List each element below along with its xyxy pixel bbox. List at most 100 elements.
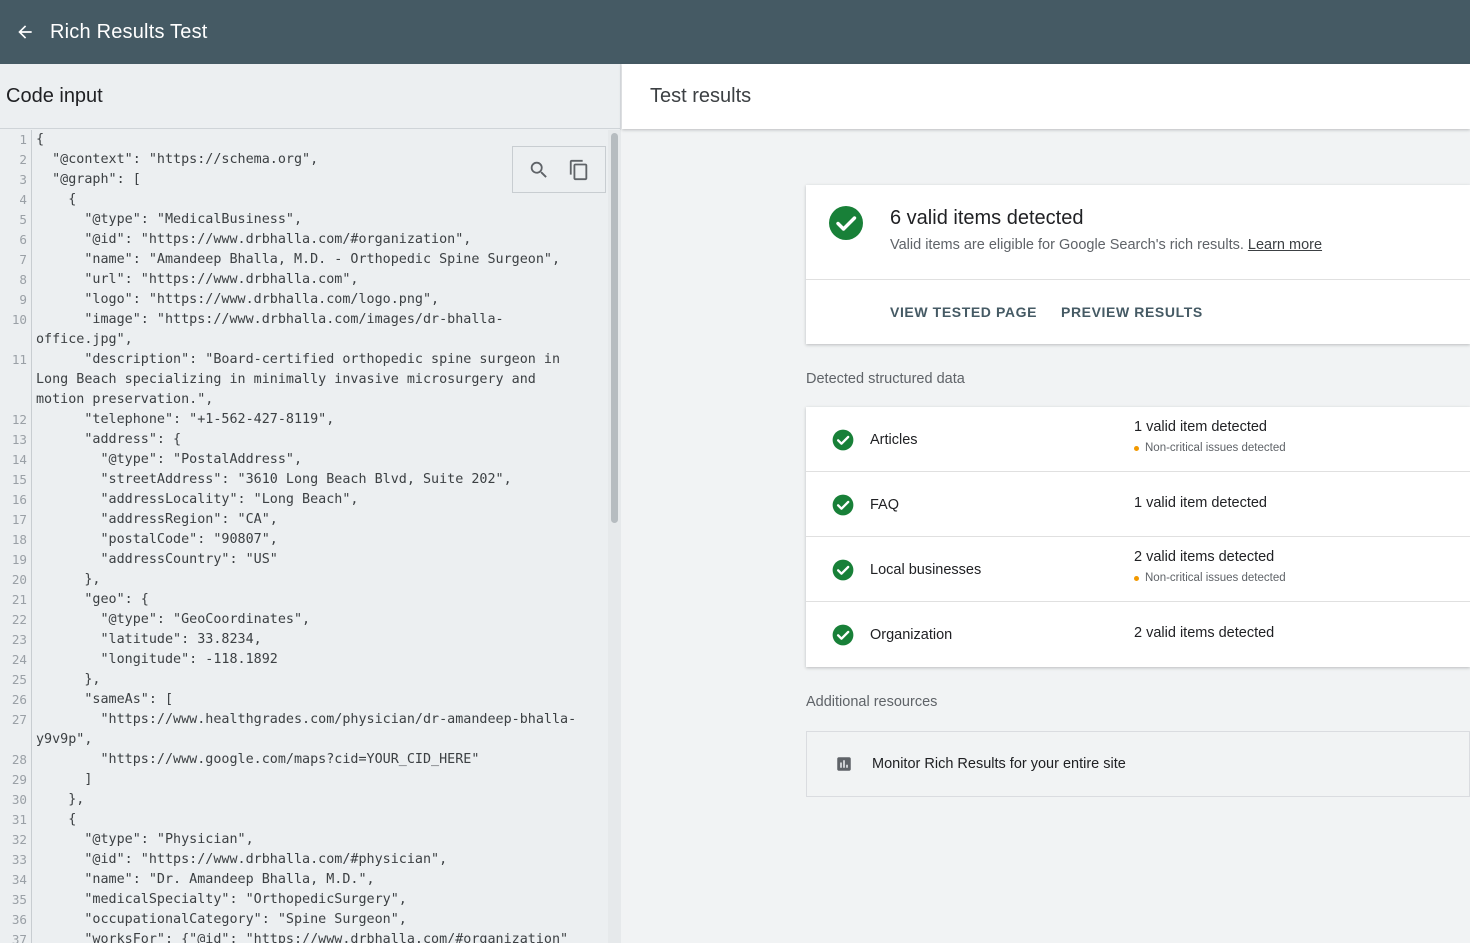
code-line: 11 "description": "Board-certified ortho… <box>0 350 608 370</box>
code-text: "https://www.healthgrades.com/physician/… <box>36 712 577 727</box>
code-line: 13 "address": { <box>0 430 608 450</box>
learn-more-link[interactable]: Learn more <box>1248 237 1322 253</box>
code-text: "@type": "MedicalBusiness", <box>36 212 303 227</box>
check-circle-icon <box>829 206 863 240</box>
code-text: { <box>36 192 77 207</box>
code-text: }, <box>36 672 101 687</box>
code-line: 20 }, <box>0 570 608 590</box>
line-number: 7 <box>0 250 32 270</box>
code-text: "telephone": "+1-562-427-8119", <box>36 412 335 427</box>
line-number: 10 <box>0 310 32 330</box>
back-button[interactable] <box>0 0 50 64</box>
line-number: 28 <box>0 750 32 770</box>
code-editor[interactable]: 1 {2 "@context": "https://schema.org", 3 "… <box>0 130 608 943</box>
line-number: 18 <box>0 530 32 550</box>
code-text: "description": "Board-certified orthoped… <box>36 352 561 367</box>
code-line: 4 { <box>0 190 608 210</box>
line-number: 24 <box>0 650 32 670</box>
test-results-panel: Test results 6 valid items detected Vali… <box>622 64 1470 943</box>
code-line: 25 }, <box>0 670 608 690</box>
view-tested-page-button[interactable]: VIEW TESTED PAGE <box>890 304 1037 320</box>
code-tools <box>512 146 606 193</box>
code-line: 33 "@id": "https://www.drbhalla.com/#phy… <box>0 850 608 870</box>
structured-data-type: Local businesses <box>870 561 982 578</box>
code-line: 36 "occupationalCategory": "Spine Surgeo… <box>0 910 608 930</box>
code-line: 17 "addressRegion": "CA", <box>0 510 608 530</box>
structured-data-row[interactable]: Local businesses 2 valid items detected No… <box>806 537 1470 602</box>
line-number: 25 <box>0 670 32 690</box>
top-app-bar: Rich Results Test <box>0 0 1470 64</box>
code-input-panel: Code input 1 {2 "@context": "https://sche… <box>0 64 621 943</box>
line-number: 14 <box>0 450 32 470</box>
line-number: 20 <box>0 570 32 590</box>
monitor-rich-results-link[interactable]: Monitor Rich Results for your entire sit… <box>806 731 1470 797</box>
code-text: "occupationalCategory": "Spine Surgeon", <box>36 912 407 927</box>
line-number: 34 <box>0 870 32 890</box>
code-text: "@context": "https://schema.org", <box>36 152 319 167</box>
code-text: "address": { <box>36 432 182 447</box>
code-line-wrap: Long Beach specializing in minimally inv… <box>0 370 608 390</box>
code-text: "name": "Dr. Amandeep Bhalla, M.D.", <box>36 872 375 887</box>
line-number: 22 <box>0 610 32 630</box>
scroll-thumb[interactable] <box>611 133 618 523</box>
line-number: 3 <box>0 170 32 190</box>
code-text: "addressCountry": "US" <box>36 552 278 567</box>
line-number: 23 <box>0 630 32 650</box>
code-text: { <box>36 132 45 147</box>
line-number: 5 <box>0 210 32 230</box>
code-text: "addressRegion": "CA", <box>36 512 278 527</box>
structured-data-status: 2 valid items detected <box>1134 625 1275 641</box>
summary-card: 6 valid items detected Valid items are e… <box>806 185 1470 344</box>
code-text: "sameAs": [ <box>36 692 174 707</box>
code-text: "https://www.google.com/maps?cid=YOUR_CI… <box>36 752 480 767</box>
code-line: 21 "geo": { <box>0 590 608 610</box>
check-circle-icon <box>832 624 854 651</box>
code-text: ] <box>36 772 93 787</box>
copy-code-button[interactable] <box>566 157 592 183</box>
code-text: "postalCode": "90807", <box>36 532 278 547</box>
preview-results-button[interactable]: PREVIEW RESULTS <box>1061 304 1203 320</box>
code-text: "image": "https://www.drbhalla.com/image… <box>36 312 504 327</box>
code-line: 30 }, <box>0 790 608 810</box>
line-number: 27 <box>0 710 32 730</box>
non-critical-issue-note: Non-critical issues detected <box>1134 442 1286 454</box>
code-line: 23 "latitude": 33.8234, <box>0 630 608 650</box>
code-text: "logo": "https://www.drbhalla.com/logo.p… <box>36 292 440 307</box>
line-number: 1 <box>0 130 32 150</box>
code-scrollbar[interactable] <box>608 130 621 943</box>
structured-data-list: Articles 1 valid item detected Non-critica… <box>806 407 1470 667</box>
code-line: 32 "@type": "Physician", <box>0 830 608 850</box>
structured-data-row[interactable]: Organization 2 valid items detected <box>806 602 1470 667</box>
structured-data-type: FAQ <box>870 496 900 513</box>
code-text: "@graph": [ <box>36 172 141 187</box>
code-line: 29 ] <box>0 770 608 790</box>
app-title: Rich Results Test <box>50 20 208 43</box>
line-number: 6 <box>0 230 32 250</box>
code-line: 31 { <box>0 810 608 830</box>
code-line: 34 "name": "Dr. Amandeep Bhalla, M.D.", <box>0 870 608 890</box>
search-code-button[interactable] <box>526 157 552 183</box>
summary-description: Valid items are eligible for Google Sear… <box>890 237 1322 253</box>
copy-icon <box>569 159 587 180</box>
code-line: 8 "url": "https://www.drbhalla.com", <box>0 270 608 290</box>
line-number: 26 <box>0 690 32 710</box>
code-text: "@type": "GeoCoordinates", <box>36 612 311 627</box>
structured-data-row[interactable]: Articles 1 valid item detected Non-critica… <box>806 407 1470 472</box>
check-circle-icon <box>832 494 854 521</box>
structured-data-type: Articles <box>870 431 918 448</box>
line-number: 29 <box>0 770 32 790</box>
structured-data-row[interactable]: FAQ 1 valid item detected <box>806 472 1470 537</box>
line-number: 35 <box>0 890 32 910</box>
code-line: 35 "medicalSpecialty": "OrthopedicSurger… <box>0 890 608 910</box>
code-line-wrap: y9v9p", <box>0 730 608 750</box>
warning-dot-icon <box>1134 575 1139 581</box>
line-number: 12 <box>0 410 32 430</box>
code-line: 16 "addressLocality": "Long Beach", <box>0 490 608 510</box>
monitor-rich-results-label: Monitor Rich Results for your entire sit… <box>872 756 1126 772</box>
code-line: 37 "worksFor": {"@id": "https://www.drbh… <box>0 930 608 943</box>
code-line: 18 "postalCode": "90807", <box>0 530 608 550</box>
non-critical-issue-text: Non-critical issues detected <box>1145 442 1286 454</box>
detected-structured-data-label: Detected structured data <box>806 371 965 387</box>
code-text: "@type": "Physician", <box>36 832 254 847</box>
code-line: 6 "@id": "https://www.drbhalla.com/#orga… <box>0 230 608 250</box>
